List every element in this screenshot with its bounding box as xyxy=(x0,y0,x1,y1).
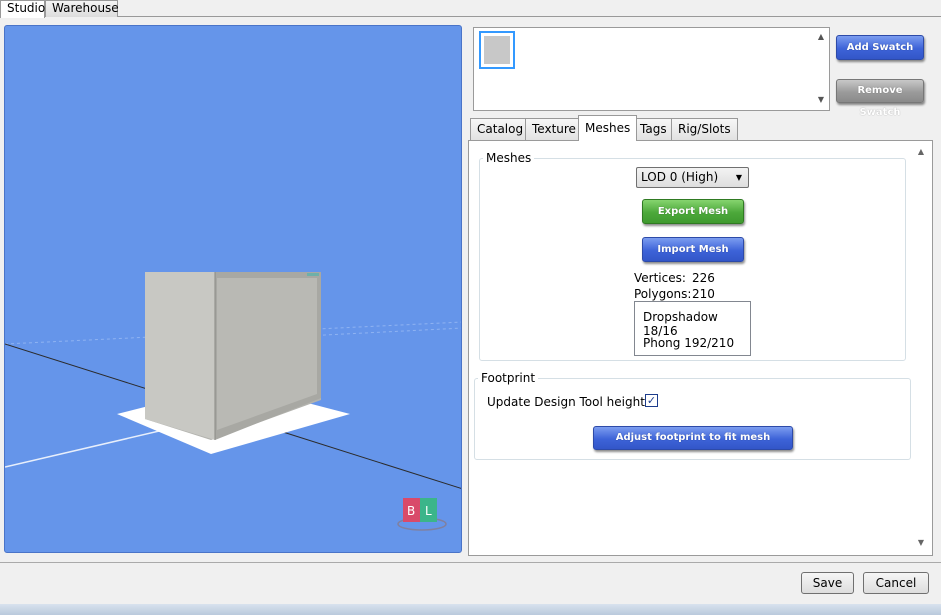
scroll-down-icon[interactable]: ▼ xyxy=(818,95,824,104)
status-strip xyxy=(0,604,941,615)
save-button[interactable]: Save xyxy=(801,572,854,594)
footprint-group-title: Footprint xyxy=(478,371,539,385)
vertices-label: Vertices: xyxy=(634,271,686,285)
adjust-footprint-button[interactable]: Adjust footprint to fit mesh xyxy=(593,426,793,450)
tab-catalog[interactable]: Catalog xyxy=(470,118,531,140)
lod-dropdown[interactable]: LOD 0 (High) ▼ xyxy=(636,167,749,188)
tab-tags[interactable]: Tags xyxy=(633,118,674,140)
polygons-label: Polygons: xyxy=(634,287,692,301)
add-swatch-button[interactable]: Add Swatch xyxy=(836,35,924,60)
panel-scroll-down-icon[interactable]: ▼ xyxy=(918,538,924,547)
svg-text:B: B xyxy=(407,504,415,518)
3d-viewport[interactable]: B L xyxy=(4,25,462,553)
meshes-group-title: Meshes xyxy=(483,151,535,165)
shader-list[interactable]: Dropshadow 18/16 Phong 192/210 xyxy=(634,301,751,356)
axis-gizmo-icon: B L xyxy=(391,494,453,537)
panel-scroll-up-icon[interactable]: ▲ xyxy=(918,147,924,156)
update-design-tool-height-checkbox[interactable]: ✓ xyxy=(645,394,658,407)
swatch-thumbnail[interactable] xyxy=(479,31,515,69)
list-item[interactable]: Phong 192/210 xyxy=(643,336,734,350)
remove-swatch-button[interactable]: Remove Swatch xyxy=(836,79,924,118)
svg-text:L: L xyxy=(425,504,432,518)
import-mesh-button[interactable]: Import Mesh xyxy=(642,237,744,262)
bottom-divider xyxy=(0,562,941,563)
top-tabs-divider xyxy=(0,16,941,17)
swatch-color xyxy=(484,36,510,64)
tab-rig-slots[interactable]: Rig/Slots xyxy=(671,118,738,140)
tab-meshes[interactable]: Meshes xyxy=(578,115,638,141)
export-mesh-button[interactable]: Export Mesh xyxy=(642,199,744,224)
tab-studio[interactable]: Studio xyxy=(0,0,45,18)
chevron-down-icon: ▼ xyxy=(735,173,742,182)
tab-texture[interactable]: Texture xyxy=(525,118,583,140)
polygons-value: 210 xyxy=(692,287,715,301)
scroll-up-icon[interactable]: ▲ xyxy=(818,32,824,41)
swatch-list[interactable]: ▲ ▼ xyxy=(473,27,830,111)
tab-warehouse[interactable]: Warehouse xyxy=(45,0,119,17)
update-design-tool-height-label: Update Design Tool height xyxy=(487,395,645,409)
lod-dropdown-value: LOD 0 (High) xyxy=(641,170,719,184)
list-item[interactable]: Dropshadow 18/16 xyxy=(643,310,750,338)
vertices-value: 226 xyxy=(692,271,715,285)
cancel-button[interactable]: Cancel xyxy=(863,572,929,594)
